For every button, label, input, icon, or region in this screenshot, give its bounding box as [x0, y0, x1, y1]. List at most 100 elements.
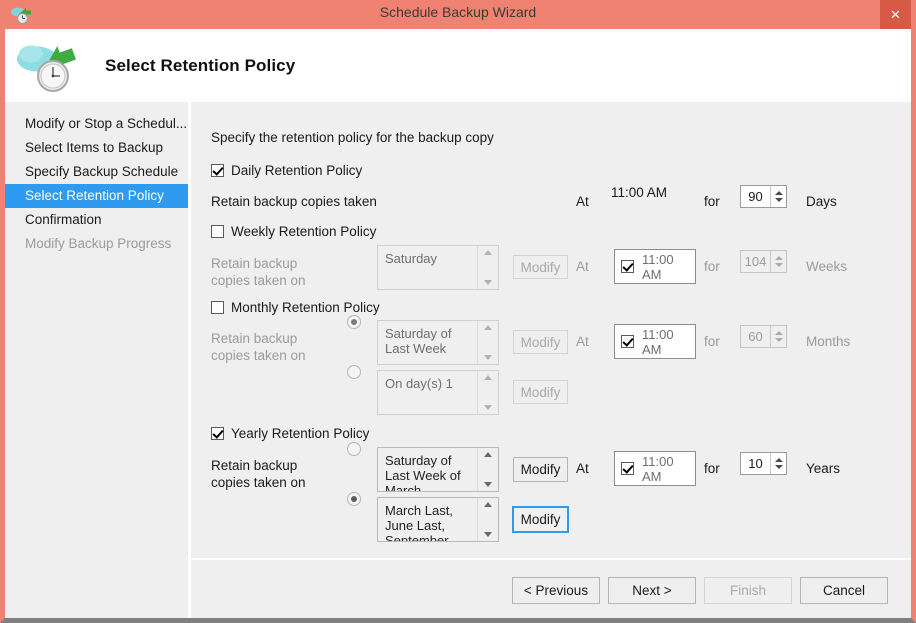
yearly-retention-checkbox-row[interactable]: Yearly Retention Policy — [211, 426, 369, 441]
retention-policy-panel: Specify the retention policy for the bac… — [191, 102, 911, 558]
yearly-option-a-modify-button[interactable]: Modify — [513, 457, 568, 482]
daily-retention-checkbox[interactable] — [211, 164, 224, 177]
yearly-duration-stepper[interactable] — [770, 453, 786, 474]
yearly-for-label: for — [704, 461, 720, 476]
weekly-modify-button: Modify — [513, 255, 568, 279]
wizard-content: Specify the retention policy for the bac… — [190, 102, 911, 618]
weekly-for-label: for — [704, 259, 720, 274]
yearly-retain-label: Retain backup copies taken on — [211, 457, 336, 491]
chevron-up-icon[interactable] — [484, 502, 492, 507]
weekly-day-scrollbar[interactable] — [477, 246, 498, 289]
title-bar: Schedule Backup Wizard × — [5, 0, 911, 29]
yearly-option-a-radio[interactable] — [347, 442, 361, 456]
monthly-option-b-scrollbar[interactable] — [477, 371, 498, 414]
panel-intro-text: Specify the retention policy for the bac… — [211, 130, 494, 145]
yearly-option-b-scrollbar[interactable] — [477, 498, 498, 541]
weekly-retention-label: Weekly Retention Policy — [231, 224, 376, 239]
chevron-up-icon[interactable] — [484, 452, 492, 457]
yearly-time-value: 11:00 AM — [642, 454, 695, 484]
next-button[interactable]: Next > — [608, 577, 696, 604]
sidebar-item-specify-schedule[interactable]: Specify Backup Schedule — [5, 160, 188, 184]
cloud-clock-icon — [10, 5, 32, 25]
chevron-up-icon[interactable] — [775, 191, 783, 195]
yearly-time-box[interactable]: 11:00 AM — [614, 451, 696, 486]
yearly-option-b-listbox[interactable]: March Last, June Last, September — [377, 497, 499, 542]
monthly-option-a-listbox[interactable]: Saturday of Last Week — [377, 320, 499, 365]
chevron-up-icon[interactable] — [484, 325, 492, 330]
chevron-up-icon[interactable] — [484, 375, 492, 380]
cloud-backup-clock-icon — [15, 38, 77, 94]
monthly-retention-checkbox-row[interactable]: Monthly Retention Policy — [211, 300, 380, 315]
monthly-time-checkbox[interactable] — [621, 335, 634, 348]
chevron-down-icon[interactable] — [484, 405, 492, 410]
weekly-duration-spinner: 104 — [740, 250, 787, 273]
close-button[interactable]: × — [880, 0, 911, 29]
daily-time-value: 11:00 AM — [611, 185, 667, 200]
yearly-option-a-listbox[interactable]: Saturday of Last Week of March — [377, 447, 499, 492]
monthly-at-label: At — [576, 334, 589, 349]
finish-button: Finish — [704, 577, 792, 604]
sidebar-item-retention-policy[interactable]: Select Retention Policy — [5, 184, 188, 208]
weekly-time-value: 11:00 AM — [642, 252, 695, 282]
weekly-time-checkbox[interactable] — [621, 260, 634, 273]
yearly-at-label: At — [576, 461, 589, 476]
yearly-time-checkbox[interactable] — [621, 462, 634, 475]
yearly-duration-spinner[interactable]: 10 — [740, 452, 787, 475]
weekly-unit-label: Weeks — [806, 259, 847, 274]
monthly-option-b-value: On day(s) 1 — [378, 371, 477, 414]
daily-at-label: At — [576, 194, 589, 209]
daily-retention-label: Daily Retention Policy — [231, 163, 362, 178]
monthly-time-box[interactable]: 11:00 AM — [614, 324, 696, 359]
chevron-down-icon[interactable] — [484, 532, 492, 537]
chevron-down-icon[interactable] — [484, 280, 492, 285]
yearly-retention-checkbox[interactable] — [211, 427, 224, 440]
yearly-option-a-scrollbar[interactable] — [477, 448, 498, 491]
monthly-duration-spinner: 60 — [740, 325, 787, 348]
weekly-retain-label: Retain backup copies taken on — [211, 255, 331, 289]
chevron-up-icon[interactable] — [484, 250, 492, 255]
daily-duration-value: 90 — [741, 186, 770, 207]
chevron-down-icon[interactable] — [484, 482, 492, 487]
yearly-duration-value: 10 — [741, 453, 770, 474]
daily-duration-spinner[interactable]: 90 — [740, 185, 787, 208]
monthly-retention-checkbox[interactable] — [211, 301, 224, 314]
weekly-retention-checkbox[interactable] — [211, 225, 224, 238]
daily-for-label: for — [704, 194, 720, 209]
chevron-down-icon[interactable] — [484, 355, 492, 360]
weekly-duration-stepper — [770, 251, 786, 272]
weekly-day-listbox[interactable]: Saturday — [377, 245, 499, 290]
window-title: Schedule Backup Wizard — [5, 4, 911, 20]
yearly-option-b-radio[interactable] — [347, 492, 361, 506]
monthly-option-b-radio[interactable] — [347, 365, 361, 379]
previous-button[interactable]: < Previous — [512, 577, 600, 604]
sidebar-item-modify-or-stop[interactable]: Modify or Stop a Schedul... — [5, 112, 188, 136]
daily-retention-checkbox-row[interactable]: Daily Retention Policy — [211, 163, 362, 178]
monthly-option-b-modify-button: Modify — [513, 380, 568, 404]
monthly-option-a-radio[interactable] — [347, 315, 361, 329]
cancel-button[interactable]: Cancel — [800, 577, 888, 604]
chevron-down-icon — [775, 263, 783, 267]
monthly-time-value: 11:00 AM — [642, 327, 695, 357]
chevron-up-icon[interactable] — [775, 458, 783, 462]
sidebar-item-confirmation[interactable]: Confirmation — [5, 208, 188, 232]
chevron-down-icon[interactable] — [775, 198, 783, 202]
daily-duration-stepper[interactable] — [770, 186, 786, 207]
monthly-option-b-listbox[interactable]: On day(s) 1 — [377, 370, 499, 415]
chevron-down-icon[interactable] — [775, 465, 783, 469]
sidebar-item-backup-progress: Modify Backup Progress — [5, 232, 188, 256]
weekly-retention-checkbox-row[interactable]: Weekly Retention Policy — [211, 224, 376, 239]
weekly-at-label: At — [576, 259, 589, 274]
wizard-window: Schedule Backup Wizard × Select Retentio… — [0, 0, 916, 623]
weekly-day-value: Saturday — [378, 246, 477, 289]
chevron-down-icon — [775, 338, 783, 342]
monthly-retention-label: Monthly Retention Policy — [231, 300, 380, 315]
wizard-footer: < Previous Next > Finish Cancel — [191, 558, 911, 618]
monthly-option-a-scrollbar[interactable] — [477, 321, 498, 364]
yearly-option-b-value: March Last, June Last, September — [378, 498, 477, 541]
monthly-duration-stepper — [770, 326, 786, 347]
weekly-time-box[interactable]: 11:00 AM — [614, 249, 696, 284]
sidebar-item-select-items[interactable]: Select Items to Backup — [5, 136, 188, 160]
yearly-option-b-modify-button[interactable]: Modify — [512, 506, 569, 533]
daily-retain-label: Retain backup copies taken — [211, 194, 377, 209]
yearly-option-a-value: Saturday of Last Week of March — [378, 448, 477, 491]
